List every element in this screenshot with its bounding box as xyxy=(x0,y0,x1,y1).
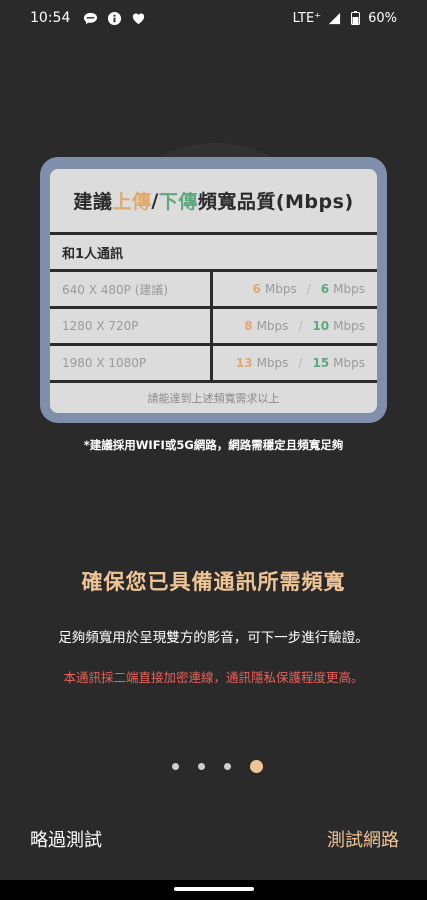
rate-separator: / xyxy=(306,282,311,296)
battery-label: 60% xyxy=(368,10,397,26)
status-time: 10:54 xyxy=(30,10,71,26)
table-row: 640 X 480P (建議) 6 Mbps / 6 Mbps xyxy=(50,272,377,309)
upload-value: 6 xyxy=(252,282,261,296)
title-download: 下傳 xyxy=(158,191,198,213)
page-dot-active[interactable] xyxy=(250,760,263,773)
upload-unit: Mbps xyxy=(256,356,289,370)
upload-unit: Mbps xyxy=(264,282,297,296)
title-prefix: 建議 xyxy=(73,191,113,213)
title-slash: / xyxy=(151,189,159,212)
home-gesture-handle[interactable] xyxy=(174,887,254,891)
status-right: LTE⁺ 60% xyxy=(293,10,397,26)
resolution-cell: 1980 X 1080P xyxy=(50,346,213,380)
info-icon xyxy=(106,10,122,26)
title-upload: 上傳 xyxy=(112,191,152,213)
page-dot[interactable] xyxy=(198,763,205,770)
signal-icon xyxy=(326,10,342,26)
rate-separator: / xyxy=(298,319,303,333)
download-value: 10 xyxy=(312,319,330,333)
upload-value: 8 xyxy=(244,319,253,333)
download-value: 15 xyxy=(312,356,330,370)
download-unit: Mbps xyxy=(333,282,365,296)
table-row: 1280 X 720P 8 Mbps / 10 Mbps xyxy=(50,309,377,346)
rate-cell: 8 Mbps / 10 Mbps xyxy=(213,309,377,343)
rate-separator: / xyxy=(298,356,303,370)
battery-icon xyxy=(347,10,363,26)
description-text: 足夠頻寬用於呈現雙方的影音，可下一步進行驗證。 xyxy=(58,630,369,646)
title-suffix: 頻寬品質(Mbps) xyxy=(197,191,354,213)
test-network-button[interactable]: 測試網路 xyxy=(327,826,399,852)
download-unit: Mbps xyxy=(333,319,365,333)
upload-value: 13 xyxy=(235,356,253,370)
status-left: 10:54 xyxy=(30,10,146,26)
skip-test-button[interactable]: 略過測試 xyxy=(30,826,102,852)
page-indicator xyxy=(0,760,427,773)
heart-icon xyxy=(130,10,146,26)
page-dot[interactable] xyxy=(224,763,231,770)
resolution-cell: 640 X 480P (建議) xyxy=(50,272,213,306)
encryption-warning: 本通訊採二端直接加密連線，通訊隱私保護程度更高。 xyxy=(63,670,364,685)
resolution-cell: 1280 X 720P xyxy=(50,309,213,343)
upload-unit: Mbps xyxy=(256,319,289,333)
card-title: 建議 上傳 / 下傳 頻寬品質(Mbps) xyxy=(50,169,377,235)
download-value: 6 xyxy=(320,282,330,296)
page-title: 確保您已具備通訊所需頻寬 xyxy=(81,570,346,594)
table-row: 1980 X 1080P 13 Mbps / 15 Mbps xyxy=(50,346,377,383)
network-label: LTE⁺ xyxy=(292,10,322,26)
page-dot[interactable] xyxy=(172,763,179,770)
download-unit: Mbps xyxy=(333,356,365,370)
status-bar: 10:54 LTE⁺ 60% xyxy=(0,0,427,36)
bandwidth-card-inner: 建議 上傳 / 下傳 頻寬品質(Mbps) 和1人通訊 640 X 480P (… xyxy=(50,169,377,413)
chat-icon xyxy=(82,10,98,26)
rate-cell: 13 Mbps / 15 Mbps xyxy=(213,346,377,380)
card-subheader: 和1人通訊 xyxy=(50,235,377,272)
rate-cell: 6 Mbps / 6 Mbps xyxy=(213,272,377,306)
bandwidth-card: 建議 上傳 / 下傳 頻寬品質(Mbps) 和1人通訊 640 X 480P (… xyxy=(40,157,387,423)
system-nav-bar xyxy=(0,880,427,900)
card-footer: 請能達到上述頻寬需求以上 xyxy=(147,392,280,405)
network-note: *建議採用WIFI或5G網路，網路需穩定且頻寬足夠 xyxy=(83,438,344,452)
